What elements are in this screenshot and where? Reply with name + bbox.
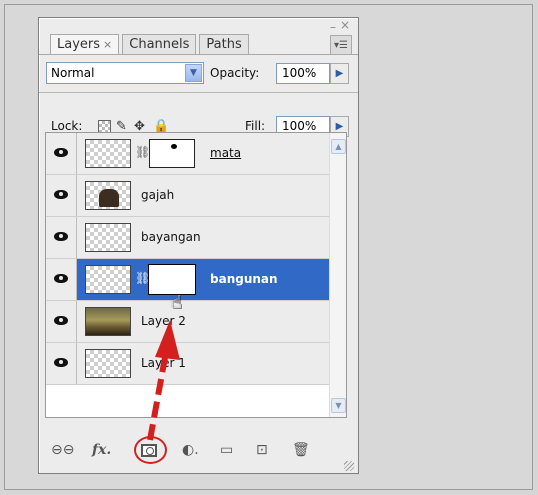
chain-link-icon[interactable]: ⛓ bbox=[135, 145, 150, 159]
layer-name[interactable]: Layer 1 bbox=[141, 356, 186, 370]
eye-icon bbox=[54, 232, 68, 241]
link-layers-icon[interactable]: ⊖⊖ bbox=[51, 442, 74, 458]
eye-icon bbox=[54, 190, 68, 199]
tab-layers-label: Layers bbox=[57, 37, 101, 52]
divider bbox=[39, 92, 358, 93]
layer-thumbnail bbox=[85, 181, 131, 210]
scroll-down-icon[interactable]: ▼ bbox=[331, 398, 346, 413]
tab-channels[interactable]: Channels bbox=[122, 34, 197, 55]
opacity-label: Opacity: bbox=[210, 66, 260, 80]
adjustment-layer-icon[interactable]: ◐. bbox=[182, 442, 199, 458]
visibility-toggle[interactable] bbox=[46, 133, 77, 174]
tab-layers[interactable]: Layers × bbox=[50, 34, 120, 55]
highlight-circle-annotation bbox=[134, 436, 167, 464]
eye-icon bbox=[54, 358, 68, 367]
layer-mask-thumbnail[interactable] bbox=[148, 264, 196, 295]
visibility-toggle[interactable] bbox=[46, 301, 77, 342]
tab-paths-label: Paths bbox=[206, 37, 242, 52]
layer-thumbnail bbox=[85, 307, 131, 336]
hand-cursor-icon: ☝ bbox=[171, 292, 182, 313]
tab-channels-label: Channels bbox=[129, 37, 190, 52]
fill-label: Fill: bbox=[245, 119, 266, 133]
layer-row-mata[interactable]: ⛓ mata bbox=[46, 133, 329, 175]
layers-bottom-toolbar: ⊖⊖ fx. ◐. ▭ ⊡ 🗑 bbox=[39, 424, 358, 474]
visibility-toggle[interactable] bbox=[46, 217, 77, 258]
layers-list: ⛓ mata gajah bayangan ⛓ bangunan Layer 2 bbox=[45, 132, 347, 418]
trash-icon[interactable]: 🗑 bbox=[292, 442, 310, 458]
blend-mode-value: Normal bbox=[51, 66, 95, 80]
layer-row-layer-2[interactable]: Layer 2 bbox=[46, 301, 329, 343]
layers-panel: – × Layers × Channels Paths ▾☰ Normal ▼ O… bbox=[38, 17, 359, 474]
layer-thumbnail bbox=[85, 349, 131, 378]
new-group-icon[interactable]: ▭ bbox=[220, 442, 233, 458]
layer-thumbnail bbox=[85, 139, 131, 168]
scroll-up-icon[interactable]: ▲ bbox=[331, 139, 346, 154]
blend-mode-select[interactable]: Normal ▼ bbox=[46, 62, 204, 84]
layers-scrollbar[interactable]: ▲ ▼ bbox=[329, 133, 346, 417]
layer-name[interactable]: Layer 2 bbox=[141, 314, 186, 328]
visibility-toggle[interactable] bbox=[46, 343, 77, 384]
layer-name[interactable]: bangunan bbox=[210, 272, 278, 286]
layer-thumbnail bbox=[85, 223, 131, 252]
layer-name[interactable]: gajah bbox=[141, 188, 174, 202]
mask-shape bbox=[171, 144, 177, 149]
opacity-slider-arrow-icon[interactable]: ▶ bbox=[330, 63, 349, 84]
lock-label: Lock: bbox=[51, 119, 83, 133]
visibility-toggle[interactable] bbox=[46, 259, 77, 300]
visibility-toggle[interactable] bbox=[46, 175, 77, 216]
close-panel-button[interactable]: × bbox=[340, 18, 350, 32]
layer-row-layer-1[interactable]: Layer 1 bbox=[46, 343, 329, 385]
layer-name[interactable]: mata bbox=[210, 146, 241, 160]
panel-menu-icon[interactable]: ▾☰ bbox=[330, 35, 352, 54]
tab-paths[interactable]: Paths bbox=[199, 34, 249, 55]
eye-icon bbox=[54, 148, 68, 157]
chevron-down-icon[interactable]: ▼ bbox=[185, 64, 202, 82]
panel-tabs: Layers × Channels Paths bbox=[50, 34, 252, 55]
layer-mask-thumbnail[interactable] bbox=[149, 139, 195, 168]
eye-icon bbox=[54, 274, 68, 283]
resize-grip-icon[interactable] bbox=[344, 461, 354, 471]
eye-icon bbox=[54, 316, 68, 325]
elephant-image bbox=[99, 189, 119, 207]
opacity-input[interactable]: 100% bbox=[276, 63, 330, 84]
chain-link-icon[interactable]: ⛓ bbox=[135, 271, 150, 285]
layer-row-bangunan[interactable]: ⛓ bangunan bbox=[46, 259, 329, 301]
layer-thumbnail bbox=[85, 265, 131, 294]
minimize-button[interactable]: – bbox=[330, 20, 336, 34]
new-layer-icon[interactable]: ⊡ bbox=[256, 442, 268, 458]
tab-close-icon[interactable]: × bbox=[103, 38, 112, 51]
layer-row-gajah[interactable]: gajah bbox=[46, 175, 329, 217]
fx-icon[interactable]: fx. bbox=[92, 442, 111, 458]
layer-row-bayangan[interactable]: bayangan bbox=[46, 217, 329, 259]
tab-divider bbox=[39, 54, 358, 55]
layer-name[interactable]: bayangan bbox=[141, 230, 201, 244]
